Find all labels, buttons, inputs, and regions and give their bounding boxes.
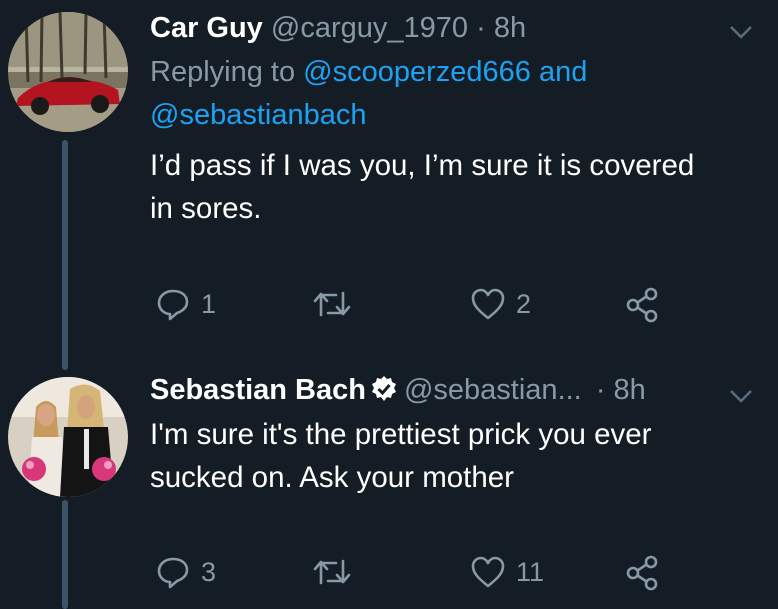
reply-button[interactable]: 1: [155, 286, 216, 322]
display-name[interactable]: Sebastian Bach: [150, 374, 366, 406]
mention-link[interactable]: @sebastianbach: [150, 99, 366, 131]
retweet-button[interactable]: [312, 556, 362, 588]
tweet-text: I'm sure it's the prettiest prick you ev…: [150, 413, 760, 499]
heart-icon: [471, 556, 505, 588]
tweet-text-line: I'm sure it's the prettiest prick you ev…: [150, 418, 652, 451]
tweet[interactable]: Sebastian Bach @sebastian... · 8h I'm su…: [0, 370, 778, 609]
share-icon: [626, 287, 658, 323]
reply-count: 3: [201, 556, 217, 587]
reply-icon: [157, 289, 189, 321]
tweet-header: Car Guy @carguy_1970 · 8h: [150, 10, 526, 46]
retweet-button[interactable]: [312, 288, 362, 320]
tweet-text: I’d pass if I was you, I’m sure it is co…: [150, 144, 760, 230]
chevron-down-icon[interactable]: [728, 386, 754, 406]
reply-button[interactable]: 3: [155, 554, 216, 590]
tweet-text-line: in sores.: [150, 192, 262, 225]
avatar[interactable]: [8, 377, 128, 497]
red-sports-car-photo: [8, 12, 128, 132]
like-button[interactable]: 11: [470, 555, 544, 589]
replying-prefix: Replying to: [150, 56, 296, 88]
share-icon: [626, 555, 658, 591]
separator-dot: ·: [595, 374, 606, 406]
username[interactable]: @carguy_1970: [271, 12, 468, 44]
couple-photo: [8, 377, 128, 497]
tweet[interactable]: Car Guy @carguy_1970 · 8h Replying to @s…: [0, 0, 778, 370]
share-button[interactable]: [625, 555, 661, 591]
heart-icon: [471, 288, 505, 320]
retweet-icon: [313, 559, 351, 585]
retweet-icon: [313, 291, 351, 317]
tweet-text-line: I’d pass if I was you, I’m sure it is co…: [150, 149, 695, 182]
mention-link[interactable]: @scooperzed666: [303, 56, 531, 88]
tweet-header: Sebastian Bach @sebastian... · 8h: [150, 372, 646, 412]
replying-to: Replying to @scooperzed666 and @sebastia…: [150, 51, 587, 137]
mention-and: and: [538, 56, 588, 88]
like-button[interactable]: 2: [470, 287, 531, 321]
share-button[interactable]: [625, 287, 661, 323]
timestamp[interactable]: 8h: [494, 12, 526, 44]
like-count: 2: [516, 288, 532, 319]
chevron-down-icon[interactable]: [728, 22, 754, 42]
verified-badge-icon: [370, 375, 398, 412]
like-count: 11: [516, 556, 545, 587]
separator-dot: ·: [476, 12, 486, 44]
timestamp[interactable]: 8h: [614, 374, 646, 406]
reply-count: 1: [201, 288, 217, 319]
reply-icon: [157, 557, 189, 589]
avatar[interactable]: [8, 12, 128, 132]
display-name[interactable]: Car Guy: [150, 12, 263, 44]
username[interactable]: @sebastian...: [404, 374, 582, 406]
tweet-text-line: sucked on. Ask your mother: [150, 461, 515, 494]
